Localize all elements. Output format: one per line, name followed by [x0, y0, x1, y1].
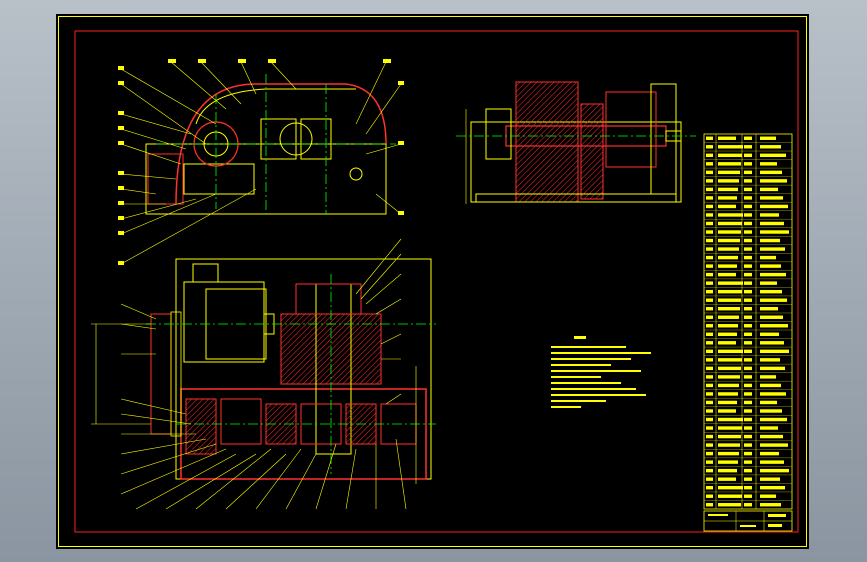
table-row — [706, 494, 776, 498]
table-row — [706, 366, 785, 371]
cad-drawing[interactable] — [56, 14, 809, 549]
top-pulley — [150, 313, 172, 435]
top-housing — [180, 388, 427, 480]
table-row — [706, 477, 780, 481]
table-row — [706, 341, 784, 345]
table-row — [706, 145, 781, 149]
table-row — [706, 281, 777, 285]
front-bearing-box-2 — [300, 118, 332, 160]
table-row — [706, 485, 785, 490]
table-row — [706, 298, 787, 302]
table-row — [706, 272, 786, 277]
side-bearing-left — [485, 108, 512, 160]
title-block — [703, 510, 793, 532]
table-row — [706, 230, 789, 234]
front-small-circle — [349, 167, 363, 181]
top-gear-1 — [185, 398, 217, 455]
table-row — [706, 153, 786, 158]
top-motor-head — [192, 263, 219, 283]
cad-viewport[interactable] — [56, 14, 809, 549]
side-gear-hatch-left — [515, 81, 579, 203]
table-row — [706, 204, 788, 209]
table-row — [706, 315, 783, 319]
table-row — [706, 221, 784, 226]
table-row — [706, 503, 781, 507]
table-row — [706, 434, 783, 439]
table-row — [706, 213, 779, 217]
outer-frame — [58, 16, 807, 547]
table-row — [706, 289, 782, 294]
table-row — [706, 324, 788, 328]
parts-table[interactable] — [703, 133, 793, 510]
table-row — [706, 451, 779, 456]
front-motor-2 — [183, 163, 255, 195]
table-row — [706, 460, 784, 464]
table-row — [706, 443, 788, 447]
table-row — [706, 417, 787, 422]
front-leader-labels — [118, 59, 404, 265]
table-row — [706, 264, 781, 268]
table-row — [706, 392, 786, 396]
table-row — [706, 255, 776, 260]
table-row — [706, 383, 781, 388]
front-leaders — [120, 61, 402, 265]
table-row — [706, 332, 779, 336]
front-motor — [147, 153, 184, 205]
table-row — [706, 170, 782, 175]
table-row — [706, 136, 776, 140]
table-row — [706, 349, 789, 354]
table-row — [706, 196, 783, 200]
table-row — [706, 468, 789, 473]
front-view[interactable] — [118, 59, 404, 265]
side-view[interactable] — [456, 81, 696, 204]
table-row — [706, 375, 776, 379]
side-housing-right — [650, 83, 677, 195]
table-row — [706, 247, 785, 251]
table-row — [706, 426, 778, 430]
top-view[interactable] — [91, 238, 436, 510]
table-row — [706, 179, 787, 183]
side-gear-hatch-right — [580, 103, 604, 200]
inner-frame — [74, 30, 799, 533]
side-bearing-right — [605, 91, 657, 168]
table-row — [706, 238, 780, 243]
table-row — [706, 409, 782, 413]
table-row — [706, 162, 777, 166]
top-gear-2 — [220, 398, 262, 445]
table-row — [706, 358, 780, 362]
top-motor — [183, 281, 265, 363]
table-row — [706, 400, 777, 405]
technical-notes — [551, 336, 651, 408]
